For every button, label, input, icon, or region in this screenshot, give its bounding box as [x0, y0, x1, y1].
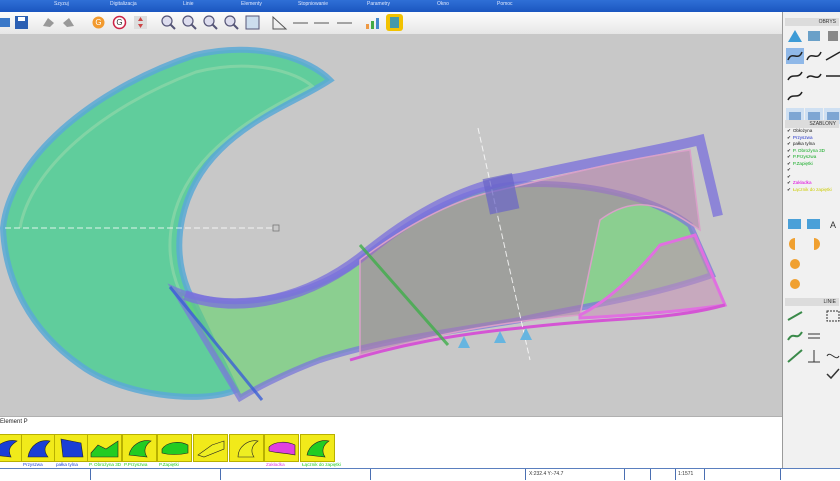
move-icon[interactable] — [132, 14, 149, 31]
element-thumbnail[interactable] — [157, 434, 192, 462]
confirm-icon[interactable] — [824, 366, 840, 382]
element-thumbnail-label: P.Przyszwa — [124, 462, 148, 467]
menu-item[interactable]: Parametry — [367, 1, 390, 7]
right-tool-panel: OBRYS SZABLONY ✔ Obłożyna ✔ Przyszwa ✔ pałk… — [782, 12, 840, 468]
snap-icon[interactable] — [824, 348, 840, 364]
perpendicular-icon[interactable] — [805, 348, 823, 364]
curve-tool-icon[interactable] — [805, 48, 823, 64]
status-segment — [0, 469, 91, 480]
element-thumbnail[interactable] — [229, 434, 264, 462]
notch-mark — [458, 336, 470, 348]
refresh-icon[interactable]: G — [90, 14, 107, 31]
status-segment — [220, 469, 371, 480]
menu-item[interactable]: Elementy — [241, 1, 262, 7]
element-thumbnail[interactable] — [54, 434, 89, 462]
measure-line-icon[interactable] — [292, 14, 309, 31]
element-thumbnail[interactable] — [300, 434, 335, 462]
flip-shape-icon[interactable] — [786, 276, 804, 292]
svg-text:G: G — [116, 18, 122, 27]
save-icon[interactable] — [13, 14, 30, 31]
svg-text:G: G — [95, 18, 101, 27]
outline-tool-icon[interactable] — [786, 28, 804, 44]
edit-tool-icon[interactable] — [824, 48, 840, 64]
element-thumbnail-label: P. Obrożyna 3D — [89, 462, 122, 467]
mirror-shape-icon[interactable] — [805, 236, 823, 252]
rotate-shape-icon[interactable] — [786, 256, 804, 272]
crosshair-icon — [272, 224, 280, 232]
element-thumbnail[interactable] — [122, 434, 157, 462]
layer-item[interactable]: ✔ Łącznik do zapiętki — [787, 187, 839, 194]
status-bar: X:232.4 Y:-74.7 1:1571 — [0, 468, 840, 481]
measure-angle-icon[interactable] — [271, 14, 288, 31]
zoom-in-icon[interactable] — [160, 14, 177, 31]
layer-list: ✔ Obłożyna ✔ Przyszwa ✔ pałka tylna ✔ P. Obr… — [787, 128, 839, 193]
layers-toggle-icon[interactable] — [386, 14, 403, 31]
measure-ruler-icon[interactable] — [336, 14, 353, 31]
zoom-window-icon[interactable] — [202, 14, 219, 31]
sort-az-icon[interactable]: A — [824, 216, 840, 232]
wave-tool-icon[interactable] — [805, 68, 823, 84]
bar-chart-icon[interactable] — [364, 14, 381, 31]
template-tool-icon[interactable] — [786, 216, 804, 232]
element-thumbnail-label: Zakładka — [266, 462, 285, 467]
zoom-out-icon[interactable] — [181, 14, 198, 31]
measure-distance-icon[interactable] — [313, 14, 330, 31]
svg-text:A: A — [830, 220, 836, 230]
element-thumbnail[interactable] — [193, 434, 228, 462]
element-tab[interactable]: Element P — [0, 419, 28, 425]
curve-line-icon[interactable] — [786, 328, 804, 344]
notch-mark — [494, 331, 506, 343]
element-thumbnail-label: Przyszwa — [23, 462, 43, 467]
undo-icon[interactable] — [40, 14, 57, 31]
menu-item[interactable]: Szyzuj — [54, 1, 69, 7]
main-toolbar: G G — [0, 12, 784, 35]
status-segment — [625, 469, 651, 480]
zoom-prev-icon[interactable] — [223, 14, 240, 31]
element-panel: Element P Przyszwa pałka tylna P. Obrożyna… — [0, 416, 782, 469]
redo-icon[interactable] — [60, 14, 77, 31]
cursor-coordinates: X:232.4 Y:-74.7 — [525, 469, 625, 480]
equal-distance-icon[interactable] — [805, 328, 823, 344]
open-icon[interactable] — [0, 14, 13, 31]
panel-header-szablony: SZABLONY — [785, 120, 839, 128]
half-shape-icon[interactable] — [786, 236, 804, 252]
layer-tool-icon[interactable] — [805, 28, 823, 44]
template-copy-icon[interactable] — [805, 216, 823, 232]
status-segment — [650, 469, 676, 480]
angle-line-icon[interactable] — [786, 348, 804, 364]
status-segment — [705, 469, 781, 480]
menu-bar: Szyzuj Digitalizacja Linie Elementy Stop… — [0, 0, 840, 12]
menu-item[interactable]: Okno — [437, 1, 449, 7]
status-segment — [90, 469, 221, 480]
element-thumbnail[interactable] — [0, 434, 23, 462]
drawing-canvas[interactable] — [0, 34, 782, 416]
grid-tool-icon[interactable] — [824, 28, 840, 44]
line-tool-icon[interactable] — [786, 308, 804, 324]
menu-item[interactable]: Stopniowanie — [298, 1, 328, 7]
grade-icon[interactable]: G — [111, 14, 128, 31]
parallel-tool-icon[interactable] — [824, 68, 840, 84]
spline-tool-icon[interactable] — [786, 48, 804, 64]
element-thumbnail-label: pałka tylna — [56, 462, 78, 467]
panel-header-obrys: OBRYS — [785, 18, 839, 26]
pattern-drawing[interactable] — [0, 34, 782, 416]
element-thumbnail-label: P.Zapiętki — [159, 462, 179, 467]
trim-tool-icon[interactable] — [786, 88, 804, 104]
element-thumbnail[interactable] — [21, 434, 56, 462]
menu-item[interactable]: Linie — [183, 1, 194, 7]
scale-readout: 1:1571 — [675, 469, 705, 480]
menu-item[interactable]: Pomoc — [497, 1, 513, 7]
status-segment — [370, 469, 526, 480]
notch-mark — [520, 328, 532, 340]
offset-tool-icon[interactable] — [786, 68, 804, 84]
rect-select-icon[interactable] — [824, 308, 840, 324]
menu-item[interactable]: Digitalizacja — [110, 1, 137, 7]
zoom-fit-icon[interactable] — [244, 14, 261, 31]
element-thumbnail[interactable] — [264, 434, 299, 462]
element-thumbnail-label: Łącznik do zapiętki — [302, 462, 341, 467]
element-thumbnail[interactable] — [87, 434, 122, 462]
panel-header-linie: LINIE — [785, 298, 839, 306]
